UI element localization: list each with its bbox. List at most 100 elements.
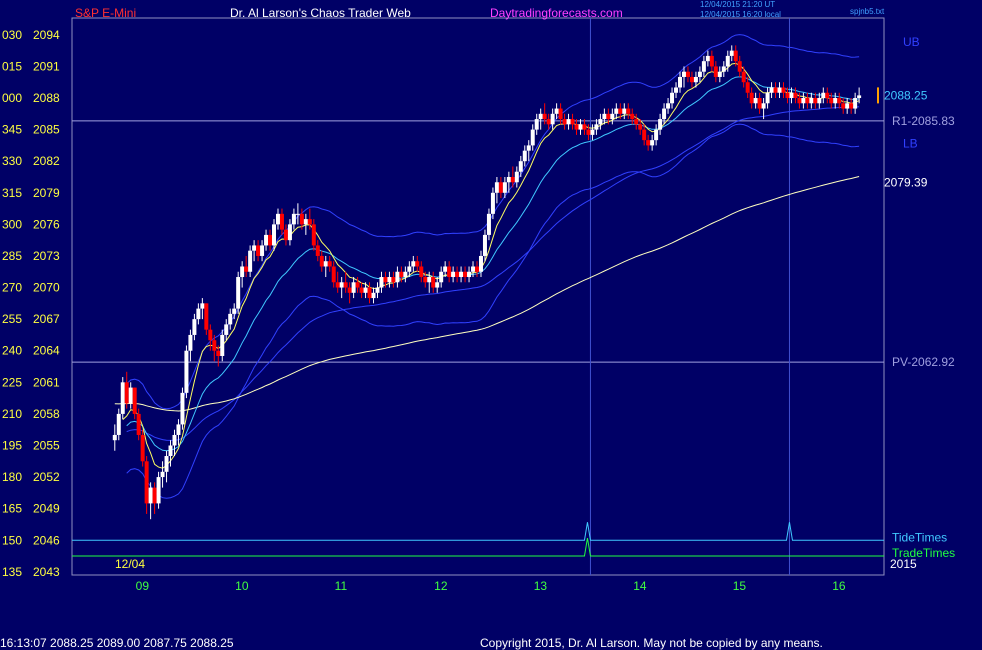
candle-body [693,76,698,83]
y-angle-label: 240 [2,344,22,358]
candle-body [423,277,428,283]
y-price-label: 2094 [33,28,60,42]
candle-body [538,113,543,120]
copyright: Copyright 2015, Dr. Al Larson. May not b… [480,636,823,650]
y-angle-label: 345 [2,123,22,137]
candle-body [116,413,121,435]
y-angle-label: 210 [2,407,22,421]
candle-body [164,456,169,472]
y-angle-label: 330 [2,154,22,168]
y-price-label: 2073 [33,249,60,263]
candle-body [395,271,400,283]
candle-body [331,266,336,283]
candle-body [475,266,480,272]
y-angle-label: 300 [2,217,22,231]
candle-body [176,424,181,435]
y-price-label: 2091 [33,59,60,73]
candle-body [502,182,507,193]
candle-body [478,255,483,272]
candle-body [216,350,221,356]
candle-body [431,277,436,288]
candle-body [506,176,511,183]
candle-body [383,277,388,283]
candle-body [467,271,472,278]
candle-body [761,103,766,109]
candle-body [371,292,376,299]
candle-body [733,50,738,62]
candle-body [260,245,265,256]
y-price-label: 2046 [33,533,60,547]
y-angle-label: 150 [2,533,22,547]
candle-body [518,161,523,172]
y-angle-label: 255 [2,312,22,326]
candle-body [813,98,818,104]
candle-body [654,129,659,141]
candle-body [837,98,842,104]
candle-body [717,71,722,77]
candle-body [228,313,233,325]
candle-body [112,434,117,441]
candle-body [769,87,774,93]
y-price-label: 2049 [33,502,60,516]
candle-body [741,71,746,83]
candle-body [622,108,627,114]
candle-body [335,282,340,288]
candle-body [287,224,292,241]
candle-body [252,245,257,251]
candle-body [196,308,201,320]
candle-body [415,261,420,267]
y-angle-label: 180 [2,470,22,484]
candle-body [514,171,519,183]
site-label: Daytradingforecasts.com [490,6,623,20]
y-angle-label: 195 [2,438,22,452]
candle-body [375,287,380,293]
utc-timestamp: 12/04/2015 21:20 UT [700,0,775,9]
candle-body [463,271,468,278]
candle-body [697,71,702,77]
candle-body [256,245,261,256]
candle-body [391,277,396,283]
candle-body [244,266,249,272]
candle-body [630,113,635,120]
symbol-label: S&P E-Mini [75,6,136,20]
candle-body [204,303,209,330]
candle-body [841,103,846,109]
candle-body [128,387,133,404]
candle-body [494,182,499,193]
candle-body [140,434,145,462]
candle-body [343,282,348,288]
candle-body [168,445,173,457]
candle-body [534,119,539,130]
candle-body [367,287,372,299]
y-price-label: 2070 [33,281,60,295]
y-price-label: 2088 [33,91,60,105]
candle-body [435,282,440,288]
candle-body [606,113,611,120]
candle-body [658,119,663,130]
candle-body [626,108,631,114]
data-file-label: spjnb5.txt [850,7,885,16]
x-hour-label: 16 [832,579,846,593]
candle-body [594,124,599,130]
level-label: PV-2062.92 [892,355,955,369]
tide-times-label: TideTimes [892,530,947,544]
y-angle-label: 000 [2,91,22,105]
date-label: 12/04 [115,557,145,571]
candle-body [753,98,758,104]
y-angle-label: 270 [2,281,22,295]
candle-body [550,113,555,125]
candle-body [670,92,675,104]
x-hour-label: 09 [136,579,150,593]
candle-body [857,95,862,99]
candle-body [419,266,424,278]
candle-body [144,461,149,504]
candle-body [355,282,360,288]
y-angle-label: 285 [2,249,22,263]
candle-body [192,319,197,335]
candle-body [582,124,587,130]
candle-body [399,271,404,278]
candle-body [188,334,193,351]
candle-body [642,129,647,141]
candle-body [685,71,690,77]
candle-body [208,329,213,341]
